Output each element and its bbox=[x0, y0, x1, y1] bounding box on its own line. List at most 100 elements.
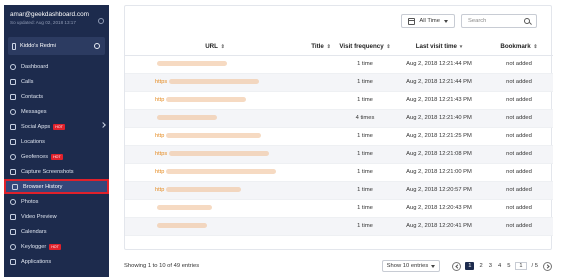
url-prefix: http bbox=[155, 169, 165, 176]
page-number-2[interactable]: 2 bbox=[478, 263, 483, 269]
search-icon[interactable] bbox=[524, 18, 530, 24]
url-cell[interactable] bbox=[125, 199, 305, 218]
visit-frequency-cell: 4 times bbox=[337, 109, 393, 128]
sidebar-item-label: Calendars bbox=[21, 228, 47, 235]
last-visit-cell: Aug 2, 2018 12:21:44 PM bbox=[393, 73, 485, 92]
visit-frequency-cell: 1 time bbox=[337, 73, 393, 92]
title-cell bbox=[305, 199, 337, 218]
sidebar-item-label: Geofences bbox=[21, 153, 49, 160]
sidebar-item-label: Messages bbox=[21, 108, 47, 115]
sidebar-item-calendars[interactable]: Calendars bbox=[4, 224, 109, 239]
account-email: amar@geekdashboard.com bbox=[10, 11, 89, 18]
url-prefix: http bbox=[155, 97, 165, 104]
sync-icon[interactable] bbox=[98, 18, 104, 24]
url-cell[interactable]: http bbox=[125, 127, 305, 146]
url-cell[interactable] bbox=[125, 55, 305, 74]
chevron-down-icon bbox=[431, 264, 436, 268]
table-row[interactable]: http 1 time Aug 2, 2018 12:21:43 PM not add… bbox=[125, 91, 553, 110]
table-row[interactable]: 1 time Aug 2, 2018 12:20:43 PM not added bbox=[125, 199, 553, 218]
photo-icon bbox=[10, 198, 16, 205]
url-cell[interactable]: https bbox=[125, 145, 305, 164]
title-cell bbox=[305, 109, 337, 128]
column-header-last-visit[interactable]: Last visit time ▾ bbox=[393, 39, 485, 56]
sidebar-item-social-apps[interactable]: Social Apps HOT bbox=[4, 119, 109, 134]
title-cell bbox=[305, 91, 337, 110]
gear-icon[interactable] bbox=[94, 43, 100, 49]
sidebar-item-geofences[interactable]: Geofences HOT bbox=[4, 149, 109, 164]
next-page-button[interactable] bbox=[543, 261, 552, 271]
sidebar: amar@geekdashboard.com So updated: Aug 0… bbox=[4, 5, 109, 277]
phone-icon bbox=[12, 42, 16, 50]
table-row[interactable]: https 1 time Aug 2, 2018 12:21:08 PM not ad… bbox=[125, 145, 553, 164]
title-cell bbox=[305, 181, 337, 200]
sidebar-item-applications[interactable]: Applications bbox=[4, 254, 109, 269]
last-visit-cell: Aug 2, 2018 12:21:08 PM bbox=[393, 145, 485, 164]
url-cell[interactable]: https bbox=[125, 73, 305, 92]
sidebar-item-label: Capture Screenshots bbox=[21, 168, 74, 175]
sidebar-item-messages[interactable]: Messages bbox=[4, 104, 109, 119]
page-number-4[interactable]: 4 bbox=[497, 263, 502, 269]
sidebar-item-video-preview[interactable]: Video Preview bbox=[4, 209, 109, 224]
sidebar-item-browser-history[interactable]: Browser History bbox=[4, 179, 109, 194]
page-number-1[interactable]: 1 bbox=[465, 262, 475, 270]
last-visit-cell: Aug 2, 2018 12:21:44 PM bbox=[393, 55, 485, 74]
last-visit-cell: Aug 2, 2018 12:20:41 PM bbox=[393, 217, 485, 236]
message-icon bbox=[10, 108, 16, 115]
sidebar-item-locations[interactable]: Locations bbox=[4, 134, 109, 149]
sidebar-item-calls[interactable]: Calls bbox=[4, 74, 109, 89]
prev-page-button[interactable] bbox=[452, 261, 462, 271]
last-visit-cell: Aug 2, 2018 12:21:00 PM bbox=[393, 163, 485, 182]
sidebar-item-photos[interactable]: Photos bbox=[4, 194, 109, 209]
page-number-3[interactable]: 3 bbox=[488, 263, 493, 269]
bookmark-cell: not added bbox=[485, 181, 553, 200]
title-cell bbox=[305, 163, 337, 182]
goto-page-input[interactable]: 1 bbox=[515, 262, 527, 270]
url-cell[interactable]: http bbox=[125, 163, 305, 182]
visit-frequency-cell: 1 time bbox=[337, 163, 393, 182]
chat-icon bbox=[10, 123, 16, 130]
sidebar-item-label: Dashboard bbox=[21, 63, 49, 70]
last-visit-cell: Aug 2, 2018 12:20:57 PM bbox=[393, 181, 485, 200]
sidebar-item-capture-screenshots[interactable]: Capture Screenshots bbox=[4, 164, 109, 179]
column-header-bookmark[interactable]: Bookmark ⇕ bbox=[485, 39, 553, 56]
table-row[interactable]: 1 time Aug 2, 2018 12:20:41 PM not added bbox=[125, 217, 553, 236]
history-panel: All Time Search URL ⇕ Title ⇕ Visit freq… bbox=[124, 5, 553, 250]
title-cell bbox=[305, 127, 337, 146]
time-filter-dropdown[interactable]: All Time bbox=[401, 14, 455, 28]
table-row[interactable]: http 1 time Aug 2, 2018 12:20:57 PM not add… bbox=[125, 181, 553, 200]
column-header-title[interactable]: Title ⇕ bbox=[305, 39, 337, 56]
sidebar-item-contacts[interactable]: Contacts bbox=[4, 89, 109, 104]
table-row[interactable]: 4 times Aug 2, 2018 12:21:40 PM not added bbox=[125, 109, 553, 128]
url-cell[interactable]: http bbox=[125, 91, 305, 110]
table-row[interactable]: http 1 time Aug 2, 2018 12:21:25 PM not add… bbox=[125, 127, 553, 146]
bookmark-cell: not added bbox=[485, 109, 553, 128]
device-name: Kiddo's Redmi bbox=[20, 43, 56, 49]
sidebar-item-dashboard[interactable]: Dashboard bbox=[4, 59, 109, 74]
url-cell[interactable] bbox=[125, 109, 305, 128]
dashboard-icon bbox=[10, 63, 16, 70]
device-selector[interactable]: Kiddo's Redmi bbox=[8, 37, 105, 55]
visit-frequency-cell: 1 time bbox=[337, 181, 393, 200]
pagination: 1 2 3 4 5 1/ 5 bbox=[452, 261, 552, 271]
sidebar-item-label: Social Apps bbox=[21, 123, 51, 130]
search-input[interactable]: Search bbox=[461, 14, 537, 28]
last-visit-cell: Aug 2, 2018 12:21:25 PM bbox=[393, 127, 485, 146]
sort-icon: ⇕ bbox=[386, 44, 391, 51]
title-cell bbox=[305, 145, 337, 164]
url-cell[interactable] bbox=[125, 217, 305, 236]
sidebar-item-label: Applications bbox=[21, 258, 52, 265]
column-header-url[interactable]: URL ⇕ bbox=[125, 39, 305, 56]
sidebar-item-label: Locations bbox=[21, 138, 45, 145]
table-row[interactable]: http 1 time Aug 2, 2018 12:21:00 PM not add… bbox=[125, 163, 553, 182]
table-row[interactable]: 1 time Aug 2, 2018 12:21:44 PM not added bbox=[125, 55, 553, 74]
bookmark-cell: not added bbox=[485, 163, 553, 182]
sort-icon: ⇕ bbox=[326, 44, 331, 51]
column-header-visit-frequency[interactable]: Visit frequency ⇕ bbox=[337, 39, 393, 56]
table-row[interactable]: https 1 time Aug 2, 2018 12:21:44 PM not ad… bbox=[125, 73, 553, 92]
sidebar-item-keylogger[interactable]: Keylogger HOT bbox=[4, 239, 109, 254]
page-size-select[interactable]: Show 10 entries bbox=[381, 260, 441, 272]
redacted-url bbox=[157, 114, 217, 120]
url-cell[interactable]: http bbox=[125, 181, 305, 200]
page-number-5[interactable]: 5 bbox=[506, 263, 511, 269]
last-updated-text: So updated: Aug 02, 2018 13:17 bbox=[10, 20, 76, 25]
